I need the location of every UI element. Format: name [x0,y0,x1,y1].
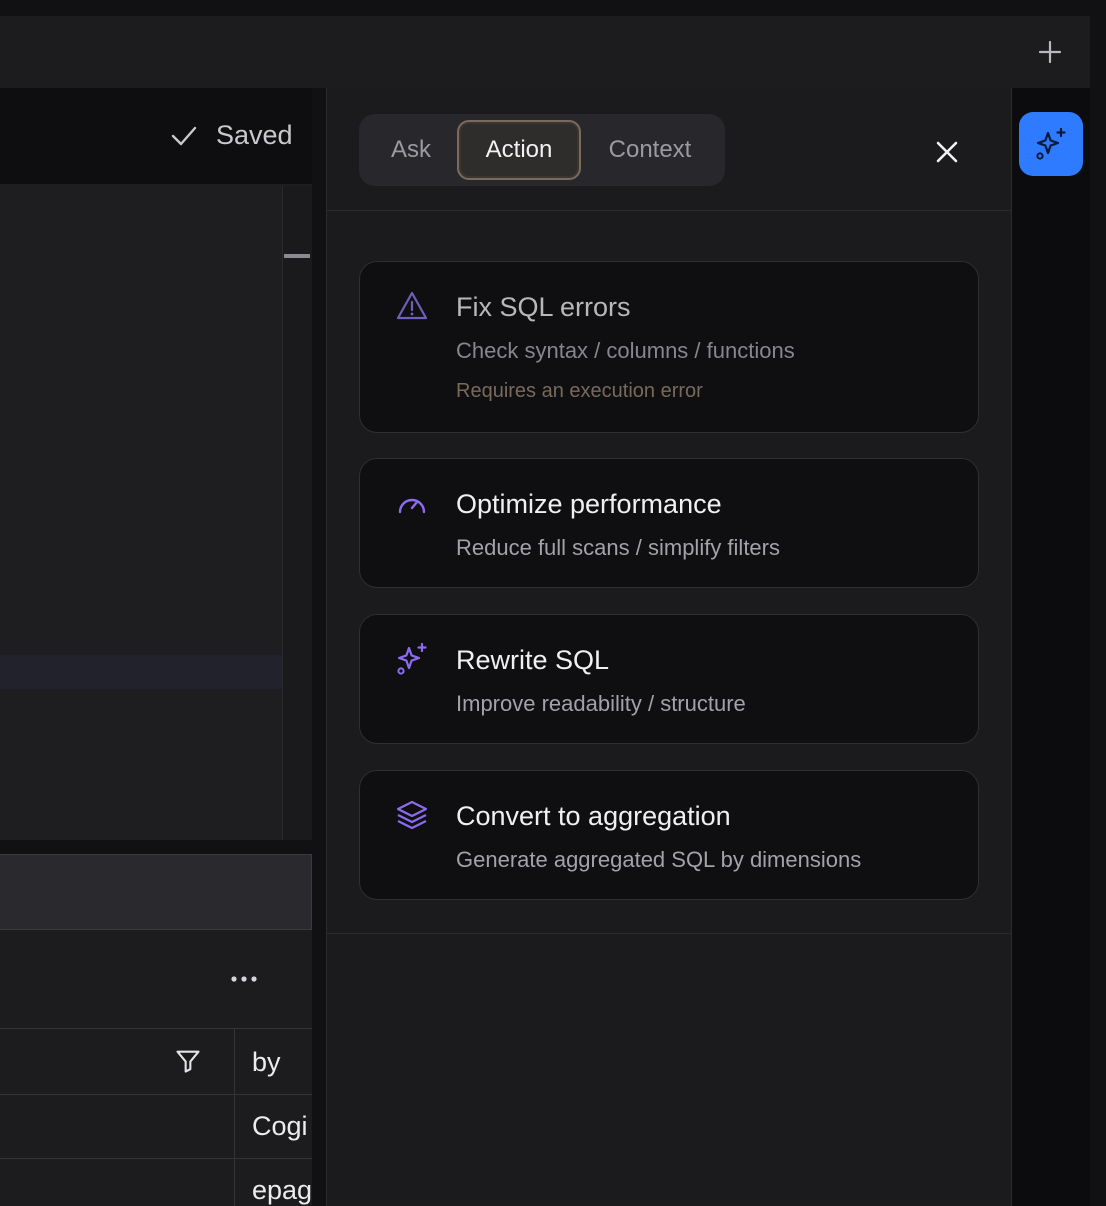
right-tool-rail [1012,88,1090,1206]
action-subtitle: Check syntax / columns / functions [456,338,795,363]
tab-bar [0,16,1090,88]
new-tab-button[interactable] [1030,32,1070,72]
ai-assistant-panel: Ask Action Context Fix SQL errors Check … [326,88,1012,1206]
action-card-rewrite-sql[interactable]: Rewrite SQL Improve readability / struct… [359,614,979,744]
sparkles-icon [1036,127,1066,160]
action-requirement-note: Requires an execution error [456,380,703,402]
tab-ask[interactable]: Ask [373,120,449,180]
table-cell[interactable]: epag [252,1175,312,1206]
ai-assistant-button[interactable] [1019,112,1083,176]
tab-context[interactable]: Context [589,120,711,180]
sql-editor[interactable] [0,184,312,840]
row-divider [0,1094,312,1095]
window-top-strip [0,0,1106,16]
column-divider [234,1029,235,1206]
column-filter-button[interactable] [172,1045,204,1077]
editor-scroll-thumb[interactable] [284,254,310,258]
filter-icon [176,1050,200,1073]
row-divider [0,1158,312,1159]
panel-resize-handle[interactable] [312,88,326,1206]
layers-icon [394,797,430,833]
result-header [0,930,312,1028]
more-options-button[interactable] [224,962,264,996]
action-card-optimize-performance[interactable]: Optimize performance Reduce full scans /… [359,458,979,588]
speedometer-icon [394,485,430,521]
more-horizontal-icon [231,976,257,982]
close-icon [936,141,958,163]
result-toolbar[interactable] [0,854,312,930]
mode-switcher: Ask Action Context [359,114,725,186]
window-right-edge [1090,0,1106,1206]
action-title: Convert to aggregation [456,801,731,831]
action-title: Optimize performance [456,489,722,519]
results-grid: by Cogi epag [0,1028,312,1206]
action-subtitle: Reduce full scans / simplify filters [456,535,780,560]
save-status-label: Saved [216,120,293,150]
warning-triangle-icon [394,288,430,324]
tab-action[interactable]: Action [457,120,581,180]
editor-current-line [0,655,282,689]
save-status: Saved [170,120,293,151]
editor-scrollbar[interactable] [282,186,312,840]
column-header[interactable]: by [252,1047,281,1078]
table-cell[interactable]: Cogi [252,1111,308,1142]
action-subtitle: Improve readability / structure [456,691,746,716]
checkmark-icon [171,126,197,145]
action-subtitle: Generate aggregated SQL by dimensions [456,847,862,872]
action-card-fix-sql-errors[interactable]: Fix SQL errors Check syntax / columns / … [359,261,979,433]
action-card-convert-to-aggregation[interactable]: Convert to aggregation Generate aggregat… [359,770,979,900]
plus-icon [1038,40,1062,64]
editor-divider [0,840,312,854]
sparkles-icon [394,641,430,677]
action-title: Fix SQL errors [456,292,631,322]
panel-section-divider [327,933,1011,934]
close-panel-button[interactable] [927,132,967,172]
action-title: Rewrite SQL [456,645,610,675]
ai-panel-header: Ask Action Context [327,88,1011,211]
